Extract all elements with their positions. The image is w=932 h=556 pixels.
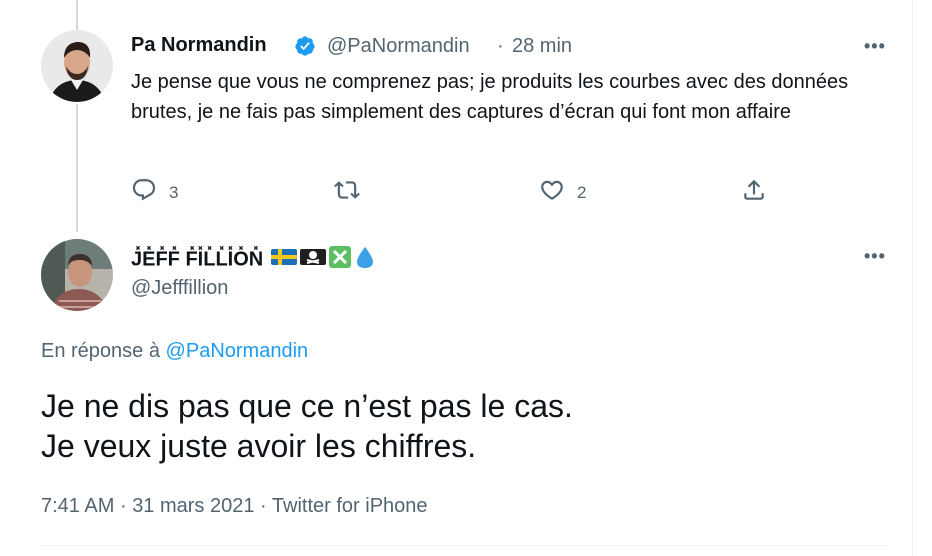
more-options-icon[interactable]: ••• <box>864 246 886 267</box>
reply-button[interactable]: 3 <box>131 177 178 208</box>
reply-prefix: En réponse à <box>41 340 160 362</box>
separator-dot: · <box>497 35 504 57</box>
tweet-time[interactable]: 7:41 AM <box>41 495 114 517</box>
separator-dot: · <box>119 495 127 517</box>
reply-icon <box>131 177 157 208</box>
avatar[interactable] <box>41 239 113 311</box>
more-options-icon[interactable]: ••• <box>864 36 886 57</box>
author-handle[interactable]: @Jefffillion <box>131 277 228 300</box>
avatar[interactable] <box>41 30 113 102</box>
heart-icon <box>539 177 565 208</box>
author-name-text: J̽E̽F̽F̽ F̽I̽L̽L̽I̽O̽N̽ <box>131 248 264 271</box>
tweet-text: Je pense que vous ne comprenez pas; je p… <box>131 71 849 123</box>
like-count: 2 <box>577 182 587 202</box>
like-button[interactable]: 2 <box>539 177 586 208</box>
tweet-text-line-1: Je ne dis pas que ce n’est pas le cas. <box>41 388 573 424</box>
share-icon <box>741 177 767 208</box>
reply-context: En réponse à @PaNormandin <box>41 340 308 363</box>
column-border <box>912 0 913 556</box>
share-button[interactable] <box>741 177 767 208</box>
tweet-time[interactable]: 28 min <box>512 35 572 58</box>
divider <box>40 545 888 546</box>
profile-emoji-icons <box>270 246 373 268</box>
tweet-source[interactable]: Twitter for iPhone <box>272 495 428 517</box>
tweet-date[interactable]: 31 mars 2021 <box>132 495 254 517</box>
author-name[interactable]: J̽E̽F̽F̽ F̽I̽L̽L̽I̽O̽N̽ <box>131 245 381 275</box>
tweet-metadata: 7:41 AM · 31 mars 2021 · Twitter for iPh… <box>41 495 428 518</box>
reply-to-handle[interactable]: @PaNormandin <box>166 340 309 362</box>
retweet-icon <box>333 177 361 208</box>
avatar-photo-icon <box>41 239 113 311</box>
author-handle[interactable]: @PaNormandin <box>327 35 470 58</box>
verified-badge-icon <box>294 35 316 62</box>
author-name[interactable]: Pa Normandin <box>131 34 267 57</box>
avatar-photo-icon <box>41 30 113 102</box>
tweet-text-line-2: Je veux juste avoir les chiffres. <box>41 428 477 464</box>
thread-connector-top <box>76 0 78 30</box>
flag-emojis <box>269 245 381 275</box>
separator-dot: · <box>260 495 267 517</box>
retweet-button[interactable] <box>333 177 361 208</box>
thread-connector <box>76 104 78 232</box>
reply-count: 3 <box>169 182 179 202</box>
